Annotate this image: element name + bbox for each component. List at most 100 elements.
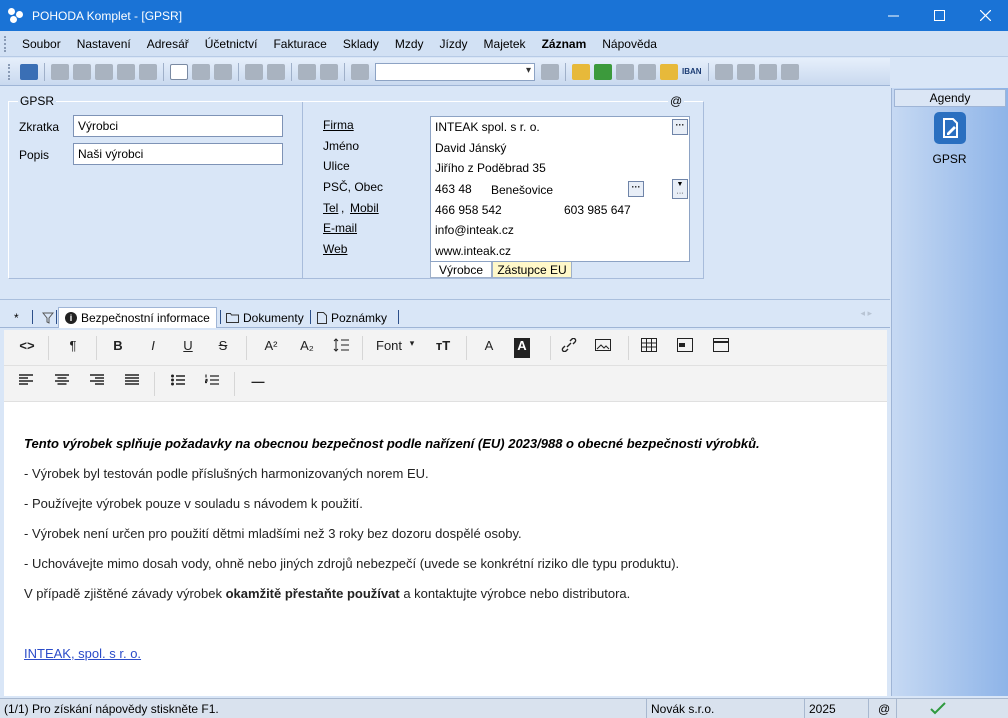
paragraph-button[interactable]: ¶	[64, 338, 82, 358]
save-icon[interactable]	[298, 63, 316, 80]
menu-grip	[4, 35, 8, 52]
table-style-icon[interactable]	[712, 338, 730, 358]
import-icon[interactable]	[139, 63, 157, 80]
background-color-button[interactable]: A	[514, 338, 530, 358]
menu-mzdy[interactable]: Mzdy	[387, 37, 432, 51]
obec-lookup-button[interactable]: ···	[628, 181, 644, 197]
line-height-icon[interactable]	[330, 338, 352, 358]
export-icon[interactable]	[117, 63, 135, 80]
bold-button[interactable]: B	[109, 338, 127, 358]
firma-lookup-button[interactable]: ···	[672, 119, 688, 135]
maximize-button[interactable]	[916, 0, 962, 31]
tel-label[interactable]: Tel	[323, 201, 338, 215]
menu-adresar[interactable]: Adresář	[139, 37, 197, 51]
tel-value[interactable]: 466 958 542	[435, 203, 502, 217]
editor-line-3: - Výrobek není určen pro použití dětmi m…	[24, 526, 522, 541]
jmeno-value[interactable]: David Jánský	[435, 141, 506, 155]
settings-gear-icon[interactable]	[267, 63, 285, 80]
duplicate-icon[interactable]	[351, 63, 369, 80]
report-icon[interactable]	[758, 63, 777, 80]
inteak-link[interactable]: INTEAK, spol. s r. o.	[24, 646, 141, 661]
source-code-button[interactable]: <>	[18, 338, 36, 358]
table-cell-icon[interactable]	[676, 338, 694, 358]
edit-icon[interactable]	[192, 63, 210, 80]
quick-search-combo[interactable]	[375, 62, 535, 81]
menu-fakturace[interactable]: Fakturace	[265, 37, 334, 51]
align-right-icon[interactable]	[89, 374, 105, 394]
italic-button[interactable]: I	[144, 338, 162, 358]
bullet-list-icon[interactable]	[170, 374, 186, 394]
align-left-icon[interactable]	[18, 374, 34, 394]
window-icon[interactable]	[714, 63, 733, 80]
help-icon[interactable]	[780, 63, 799, 80]
email-value[interactable]: info@inteak.cz	[435, 223, 514, 237]
calendar-icon[interactable]	[616, 63, 634, 80]
preview-icon[interactable]	[95, 63, 113, 80]
superscript-button[interactable]: A²	[260, 338, 282, 358]
green-tag-icon[interactable]	[594, 63, 612, 80]
subscript-button[interactable]: A₂	[296, 338, 318, 358]
tab-dokumenty[interactable]: Dokumenty	[220, 307, 310, 328]
image-icon[interactable]	[594, 338, 612, 358]
toolbar-grip	[8, 63, 12, 80]
menu-soubor[interactable]: Soubor	[14, 37, 69, 51]
menu-nastaveni[interactable]: Nastavení	[69, 37, 139, 51]
web-label[interactable]: Web	[323, 242, 347, 256]
mobil-label[interactable]: Mobil	[350, 201, 379, 215]
align-justify-icon[interactable]	[124, 374, 140, 394]
menu-majetek[interactable]: Majetek	[476, 37, 534, 51]
back-arrow-icon[interactable]	[245, 63, 263, 80]
menu-jizdy[interactable]: Jízdy	[432, 37, 476, 51]
psc-value[interactable]: 463 48	[435, 182, 472, 196]
new-record-icon[interactable]	[170, 63, 188, 80]
folder-icon[interactable]	[572, 63, 590, 80]
tabs-scroll-arrows[interactable]: ◂ ▸	[860, 308, 872, 319]
exit-icon[interactable]	[20, 63, 38, 80]
tab-bezpecnostni-informace[interactable]: i Bezpečnostní informace	[58, 307, 217, 328]
grid-icon[interactable]	[214, 63, 232, 80]
font-size-button[interactable]: тT	[432, 338, 454, 358]
align-center-icon[interactable]	[54, 374, 70, 394]
underline-button[interactable]: U	[179, 338, 197, 358]
numbered-list-icon[interactable]	[204, 374, 220, 394]
popis-input[interactable]: Naši výrobci	[73, 143, 283, 165]
email-label[interactable]: E-mail	[323, 221, 357, 235]
table-icon[interactable]	[640, 338, 658, 358]
menu-zaznam[interactable]: Záznam	[534, 37, 595, 51]
zkratka-input[interactable]: Výrobci	[73, 115, 283, 137]
link-icon[interactable]	[560, 337, 578, 358]
filter-icon[interactable]	[541, 63, 559, 80]
firma-value[interactable]: INTEAK spol. s r. o.	[435, 120, 540, 134]
cancel-save-icon[interactable]	[320, 63, 338, 80]
tab-poznamky[interactable]: Poznámky	[311, 307, 393, 328]
obec-value[interactable]: Benešovice	[491, 183, 553, 197]
mobil-value[interactable]: 603 985 647	[564, 203, 631, 217]
tab-star[interactable]: *	[8, 307, 25, 328]
minimize-button[interactable]	[870, 0, 916, 31]
firma-label[interactable]: Firma	[323, 118, 354, 132]
address-spin-button[interactable]: ▼ ···	[672, 179, 688, 199]
strikethrough-button[interactable]: S	[214, 338, 232, 358]
jmeno-label: Jméno	[323, 139, 360, 153]
close-button[interactable]	[962, 0, 1008, 31]
list-icon[interactable]	[736, 63, 755, 80]
copy-icon[interactable]	[51, 63, 69, 80]
web-value[interactable]: www.inteak.cz	[435, 244, 511, 258]
calculator-icon[interactable]	[638, 63, 656, 80]
menu-napoveda[interactable]: Nápověda	[594, 37, 665, 51]
rich-text-editor[interactable]: Tento výrobek splňuje požadavky na obecn…	[4, 402, 887, 696]
iban-icon[interactable]: IBAN	[682, 67, 702, 76]
ulice-value[interactable]: Jiřího z Poděbrad 35	[435, 161, 546, 175]
text-color-button[interactable]: A	[480, 338, 498, 358]
menu-ucetnictvi[interactable]: Účetnictví	[197, 37, 266, 51]
editor-toolbar-row2: —	[4, 366, 887, 402]
detail-tabs: * i Bezpečnostní informace Dokumenty Poz…	[0, 302, 890, 328]
gpsr-agenda-label[interactable]: GPSR	[892, 152, 1007, 166]
subtab-zastupce-eu[interactable]: Zástupce EU	[492, 262, 572, 278]
coins-icon[interactable]	[660, 63, 678, 80]
gpsr-agenda-icon[interactable]	[934, 112, 966, 144]
menu-sklady[interactable]: Sklady	[335, 37, 387, 51]
print-icon[interactable]	[73, 63, 91, 80]
subtab-vyrobce[interactable]: Výrobce	[430, 262, 492, 278]
horizontal-rule-button[interactable]: —	[250, 374, 266, 394]
